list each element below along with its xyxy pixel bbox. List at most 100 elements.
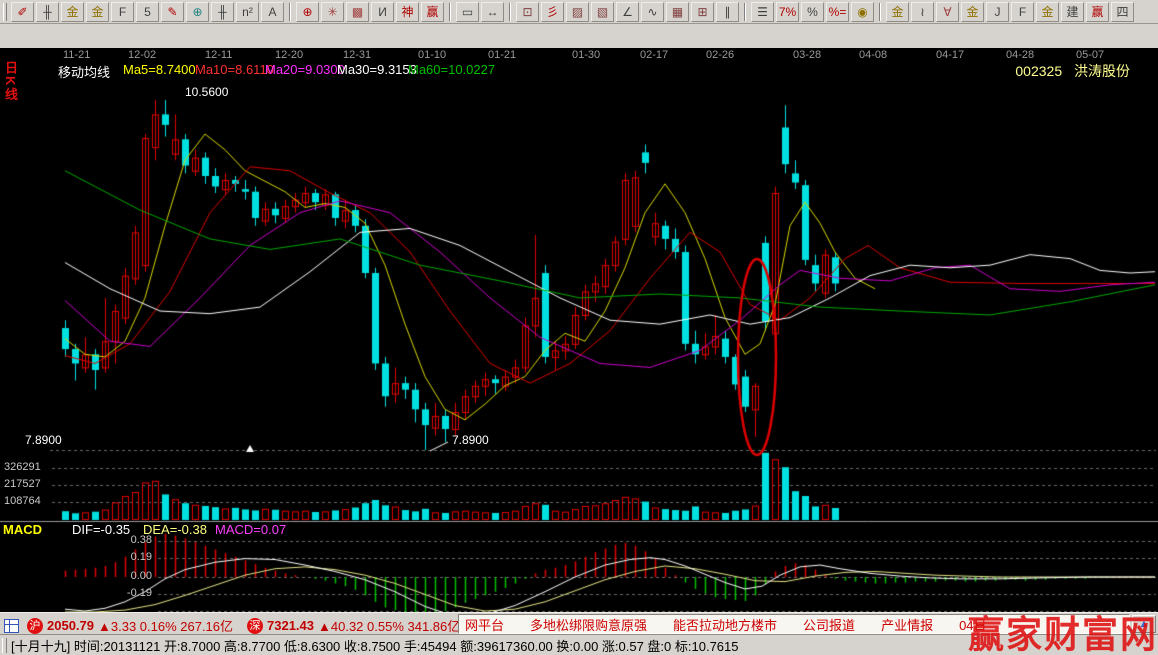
shanghai-badge-icon: 沪 <box>27 618 43 634</box>
quote-table-icon[interactable] <box>4 619 19 633</box>
date-label: 04-08 <box>859 49 887 61</box>
low-point-annotation: 7.8900 <box>452 433 489 447</box>
macd-tick-label: -0.19 <box>112 587 152 599</box>
market-status-bar: 沪 2050.79 ▲3.33 0.16% 267.16亿 深 7321.43 … <box>0 612 1158 634</box>
toolbar-button-gold-tool-2[interactable]: 金 <box>86 2 109 22</box>
news-headline-link[interactable]: 能否拉动地方楼市 <box>673 615 777 634</box>
toolbar-button-fan-lines[interactable]: 彡 <box>541 2 564 22</box>
toolbar-button-fib-tool[interactable]: F <box>111 2 134 22</box>
news-headline-link[interactable]: 网平台 <box>465 615 504 634</box>
toolbar-button-ying-tool[interactable]: 赢 <box>421 2 444 22</box>
toolbar-button-n-square[interactable]: n² <box>236 2 259 22</box>
macd-tick-label: 0.00 <box>112 570 152 582</box>
macd-tick-label: 0.19 <box>112 551 152 563</box>
toolbar-button-percent-flag[interactable]: 7% <box>776 2 799 22</box>
toolbar-button-price-grid[interactable]: ▦ <box>666 2 689 22</box>
toolbar-button-ying-slope[interactable]: 赢 <box>1086 2 1109 22</box>
date-label: 02-17 <box>640 49 668 61</box>
ma5-legend: Ma5=8.7400 <box>123 62 196 77</box>
toolbar-button-gold-circle[interactable]: ◉ <box>851 2 874 22</box>
date-label: 11-21 <box>63 49 90 61</box>
toolbar-button-jian-slope[interactable]: 建 <box>1061 2 1084 22</box>
stock-title: 002325 洪涛股份 <box>1007 61 1130 81</box>
sh-index-change: ▲3.33 0.16% 267.16亿 <box>98 616 233 635</box>
news-headline-link[interactable]: 多地松绑限购意原强 <box>530 615 647 634</box>
toolbar-button-percent-line[interactable]: %= <box>826 2 849 22</box>
toolbar-button-spider-web[interactable]: ✳ <box>321 2 344 22</box>
toolbar-button-percent[interactable]: % <box>801 2 824 22</box>
toolbar-button-shen-tool[interactable]: 神 <box>396 2 419 22</box>
toolbar-button-a-wave[interactable]: A <box>261 2 284 22</box>
toolbar-separator <box>509 3 511 21</box>
volume-tick-label: 217527 <box>4 478 41 490</box>
ma60-legend: Ma60=10.0227 <box>408 62 495 77</box>
toolbar-button-gold-slope-2[interactable]: 金 <box>1036 2 1059 22</box>
toolbar-button-arrow-span[interactable]: ↔ <box>481 2 504 22</box>
volume-tick-label: 108764 <box>4 495 41 507</box>
toolbar-grip[interactable] <box>3 3 7 21</box>
toolbar-button-spiral-tool[interactable]: 5 <box>136 2 159 22</box>
stock-code: 002325 <box>1015 63 1062 79</box>
toolbar-button-tally-lines[interactable]: ╫ <box>36 2 59 22</box>
toolbar-button-box-frame[interactable]: ⊡ <box>516 2 539 22</box>
shenzhen-badge-icon: 深 <box>247 618 263 634</box>
sh-index-value: 2050.79 <box>47 618 94 633</box>
toolbar-button-draw-brush[interactable]: ✐ <box>11 2 34 22</box>
news-headline-link[interactable]: 产业情报 <box>881 615 933 634</box>
price-low-label: 7.8900 <box>25 433 62 447</box>
date-label: 12-11 <box>205 49 232 61</box>
toolbar-button-si-slope[interactable]: 四 <box>1111 2 1134 22</box>
news-ticker-panel: 网平台 多地松绑限购意原强 能否拉动地方楼市 公司报道 产业情报 04日 <box>458 614 1130 634</box>
date-label: 12-20 <box>275 49 303 61</box>
stock-name: 洪涛股份 <box>1074 63 1130 79</box>
index-quotes: 沪 2050.79 ▲3.33 0.16% 267.16亿 深 7321.43 … <box>4 616 460 635</box>
drawing-toolbar: ✐╫金金F5✎⊕╫n²A⊕✳▩И神赢▭↔⊡彡▨▧∠∿▦⊞∥☰7%%%=◉金≀∀金… <box>0 0 1158 24</box>
scroll-up-button[interactable]: ▲ <box>1132 615 1156 633</box>
toolbar-button-f-slope[interactable]: F <box>1011 2 1034 22</box>
toolbar-button-web-grid[interactable]: ▩ <box>346 2 369 22</box>
toolbar-button-stats-list[interactable]: ☰ <box>751 2 774 22</box>
ma10-legend: Ma10=8.6110 <box>195 62 274 77</box>
toolbar-button-target-tool[interactable]: ⊕ <box>296 2 319 22</box>
toolbar-separator <box>289 3 291 21</box>
toolbar-button-tally-lines-2[interactable]: ╫ <box>211 2 234 22</box>
toolbar-button-i-quote[interactable]: И <box>371 2 394 22</box>
date-label: 04-28 <box>1006 49 1034 61</box>
toolbar-separator <box>449 3 451 21</box>
toolbar-button-gold-list[interactable]: 金 <box>886 2 909 22</box>
date-label: 01-21 <box>488 49 516 61</box>
toolbar-separator <box>744 3 746 21</box>
toolbar-button-av-slope[interactable]: ∀ <box>936 2 959 22</box>
news-headline-link[interactable]: 04日 <box>959 615 986 634</box>
ma20-legend: Ma20=9.0300 <box>265 62 345 77</box>
toolbar-button-gann-circle[interactable]: ⊕ <box>186 2 209 22</box>
toolbar-button-j-slope[interactable]: J <box>986 2 1009 22</box>
toolbar-button-ink-brush[interactable]: ≀ <box>911 2 934 22</box>
toolbar-button-ruler-scale[interactable]: ▭ <box>456 2 479 22</box>
date-label: 12-31 <box>343 49 371 61</box>
toolbar-button-gann-box[interactable]: ▨ <box>566 2 589 22</box>
date-label: 04-17 <box>936 49 964 61</box>
toolbar-button-gold-slope[interactable]: 金 <box>961 2 984 22</box>
toolbar-separator <box>879 3 881 21</box>
date-label: 01-10 <box>418 49 446 61</box>
toolbar-button-trend-angle[interactable]: ∠ <box>616 2 639 22</box>
date-label: 03-28 <box>793 49 821 61</box>
date-label: 05-07 <box>1076 49 1104 61</box>
infobar-grip[interactable] <box>2 638 7 653</box>
toolbar-button-draw-brush-2[interactable]: ✎ <box>161 2 184 22</box>
toolbar-button-grid-arrow[interactable]: ⊞ <box>691 2 714 22</box>
macd-indicator-label[interactable]: MACD <box>3 522 42 537</box>
toolbar-button-gann-grid[interactable]: ▧ <box>591 2 614 22</box>
price-high-label: 10.5600 <box>185 85 228 99</box>
news-headline-link[interactable]: 公司报道 <box>803 615 855 634</box>
ma-indicator-title[interactable]: 移动均线 <box>58 62 110 81</box>
kline-period-label: 日K线 <box>1 61 20 102</box>
date-label: 02-26 <box>706 49 734 61</box>
toolbar-button-parallel-lines[interactable]: ∥ <box>716 2 739 22</box>
ma30-legend: Ma30=9.3153 <box>337 62 417 77</box>
macd-dea-value: DEA=-0.38 <box>143 522 207 537</box>
toolbar-button-gold-tool-1[interactable]: 金 <box>61 2 84 22</box>
toolbar-button-wave-line[interactable]: ∿ <box>641 2 664 22</box>
date-label: 12-02 <box>128 49 156 61</box>
